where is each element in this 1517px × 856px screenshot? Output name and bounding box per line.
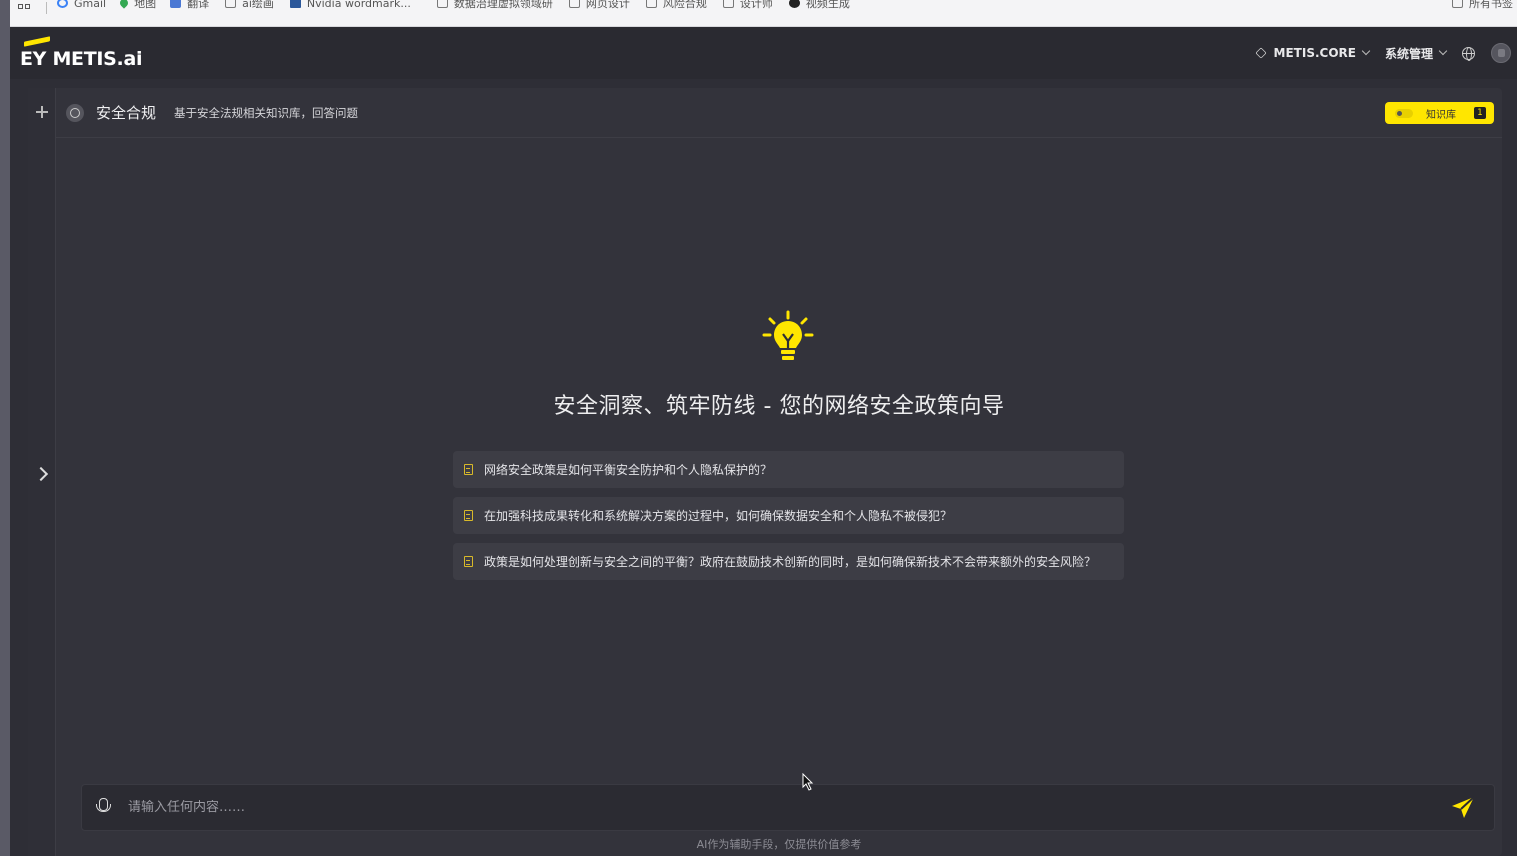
dot-icon bbox=[788, 0, 800, 8]
bookmark-nvidia[interactable]: Nvidia wordmark... bbox=[289, 0, 411, 13]
bookmarks-separator bbox=[46, 2, 47, 14]
knowledge-base-label: 知识库 bbox=[1426, 109, 1456, 121]
maps-icon bbox=[118, 0, 130, 9]
workspace-menu[interactable]: METIS.CORE bbox=[1254, 46, 1371, 60]
chat-panel: 安全合规 基于安全法规相关知识库，回答问题 知识库 1 安全洞察、筑牢防线 - bbox=[28, 88, 1502, 856]
bookmark-label: 设计师 bbox=[739, 0, 773, 10]
google-icon bbox=[57, 0, 68, 8]
bookmark-risk-compliance[interactable]: 风险合规 bbox=[645, 0, 707, 13]
header-actions: METIS.CORE 系统管理 bbox=[1254, 41, 1511, 65]
bookmark-video-gen[interactable]: 视频生成 bbox=[788, 0, 850, 13]
folder-icon bbox=[722, 0, 734, 8]
microphone-icon[interactable] bbox=[96, 797, 111, 818]
bookmark-label: 网页设计 bbox=[585, 0, 630, 10]
bookmark-designer[interactable]: 设计师 bbox=[722, 0, 773, 13]
bookmark-maps[interactable]: 地图 bbox=[118, 0, 157, 13]
bookmark-label: 地图 bbox=[134, 0, 157, 10]
chevron-down-icon bbox=[1438, 46, 1448, 56]
chevron-down-icon bbox=[1361, 46, 1371, 56]
app-header: EY METIS.ai METIS.CORE 系统管理 bbox=[10, 27, 1517, 79]
bookmark-gmail[interactable]: Gmail bbox=[57, 0, 106, 13]
disclaimer-text: AI作为辅助手段，仅提供价值参考 bbox=[696, 838, 862, 851]
new-chat-button[interactable] bbox=[36, 106, 48, 118]
browser-window: Gmail 地图 翻译 ai绘画 Nvidia wordmark... 数据治理… bbox=[10, 0, 1517, 856]
toggle-icon[interactable] bbox=[1395, 108, 1413, 118]
send-button[interactable] bbox=[1450, 795, 1476, 821]
document-icon bbox=[464, 464, 473, 475]
suggestion-item[interactable]: 在加强科技成果转化和系统解决方案的过程中，如何确保数据安全和个人隐私不被侵犯？ bbox=[453, 497, 1124, 534]
logo[interactable]: EY METIS.ai bbox=[20, 36, 150, 70]
chat-input-bar bbox=[81, 784, 1495, 831]
bookmark-translate[interactable]: 翻译 bbox=[170, 0, 209, 13]
admin-menu-label: 系统管理 bbox=[1384, 46, 1433, 61]
bookmark-data-governance[interactable]: 数据治理虚拟领域研 bbox=[436, 0, 553, 13]
bookmark-label: 数据治理虚拟领域研 bbox=[453, 0, 553, 10]
folder-icon bbox=[1452, 0, 1463, 8]
suggestion-text: 政策是如何处理创新与安全之间的平衡？政府在鼓励技术创新的同时，是如何确保新技术不… bbox=[484, 555, 1097, 569]
bookmark-label: Gmail bbox=[74, 0, 107, 10]
bookmark-label: 翻译 bbox=[187, 0, 210, 10]
suggestion-text: 在加强科技成果转化和系统解决方案的过程中，如何确保数据安全和个人隐私不被侵犯？ bbox=[484, 509, 953, 523]
assistant-topbar: 安全合规 基于安全法规相关知识库，回答问题 知识库 1 bbox=[56, 88, 1502, 138]
document-icon bbox=[464, 510, 473, 521]
bookmark-all[interactable]: 所有书签 bbox=[1452, 0, 1513, 13]
folder-icon bbox=[436, 0, 448, 8]
document-icon bbox=[464, 556, 473, 567]
mouse-cursor-icon bbox=[802, 773, 814, 791]
assistant-name: 安全合规 bbox=[96, 104, 157, 122]
chat-input[interactable] bbox=[128, 800, 1450, 815]
logo-text: EY METIS.ai bbox=[20, 48, 143, 70]
workspace-menu-label: METIS.CORE bbox=[1273, 46, 1356, 60]
translate-icon bbox=[170, 0, 182, 8]
bookmark-label: Nvidia wordmark... bbox=[306, 0, 411, 10]
hero-title: 安全洞察、筑牢防线 - 您的网络安全政策向导 bbox=[553, 394, 1005, 419]
admin-menu[interactable]: 系统管理 bbox=[1384, 45, 1448, 62]
suggestion-text: 网络安全政策是如何平衡安全防护和个人隐私保护的？ bbox=[484, 463, 773, 477]
left-rail bbox=[28, 88, 56, 856]
lightbulb-icon bbox=[762, 310, 814, 360]
bookmark-label: 所有书签 bbox=[1469, 0, 1513, 10]
folder-icon bbox=[225, 0, 237, 8]
knowledge-base-button[interactable]: 知识库 1 bbox=[1385, 102, 1494, 124]
bookmark-label: ai绘画 bbox=[242, 0, 274, 10]
bookmark-ai-painting[interactable]: ai绘画 bbox=[225, 0, 274, 13]
folder-icon bbox=[645, 0, 657, 8]
apps-grid-icon[interactable] bbox=[18, 4, 32, 10]
bookmark-web-design[interactable]: 网页设计 bbox=[568, 0, 630, 13]
suggestion-item[interactable]: 网络安全政策是如何平衡安全防护和个人隐私保护的？ bbox=[453, 451, 1124, 488]
folder-icon bbox=[568, 0, 580, 8]
avatar[interactable] bbox=[1491, 43, 1511, 63]
word-icon bbox=[289, 0, 301, 8]
assistant-description: 基于安全法规相关知识库，回答问题 bbox=[174, 105, 359, 120]
bookmark-label: 风险合规 bbox=[662, 0, 707, 10]
logo-accent-bar bbox=[24, 36, 50, 47]
assistant-icon bbox=[66, 103, 84, 122]
bookmark-label: 视频生成 bbox=[805, 0, 850, 10]
bookmarks-bar: Gmail 地图 翻译 ai绘画 Nvidia wordmark... 数据治理… bbox=[10, 0, 1517, 27]
expand-sidebar-button[interactable] bbox=[34, 465, 50, 483]
globe-icon[interactable] bbox=[1462, 46, 1475, 61]
suggestion-item[interactable]: 政策是如何处理创新与安全之间的平衡？政府在鼓励技术创新的同时，是如何确保新技术不… bbox=[453, 543, 1124, 580]
knowledge-base-count-badge: 1 bbox=[1474, 107, 1486, 119]
cube-icon bbox=[1254, 47, 1267, 59]
